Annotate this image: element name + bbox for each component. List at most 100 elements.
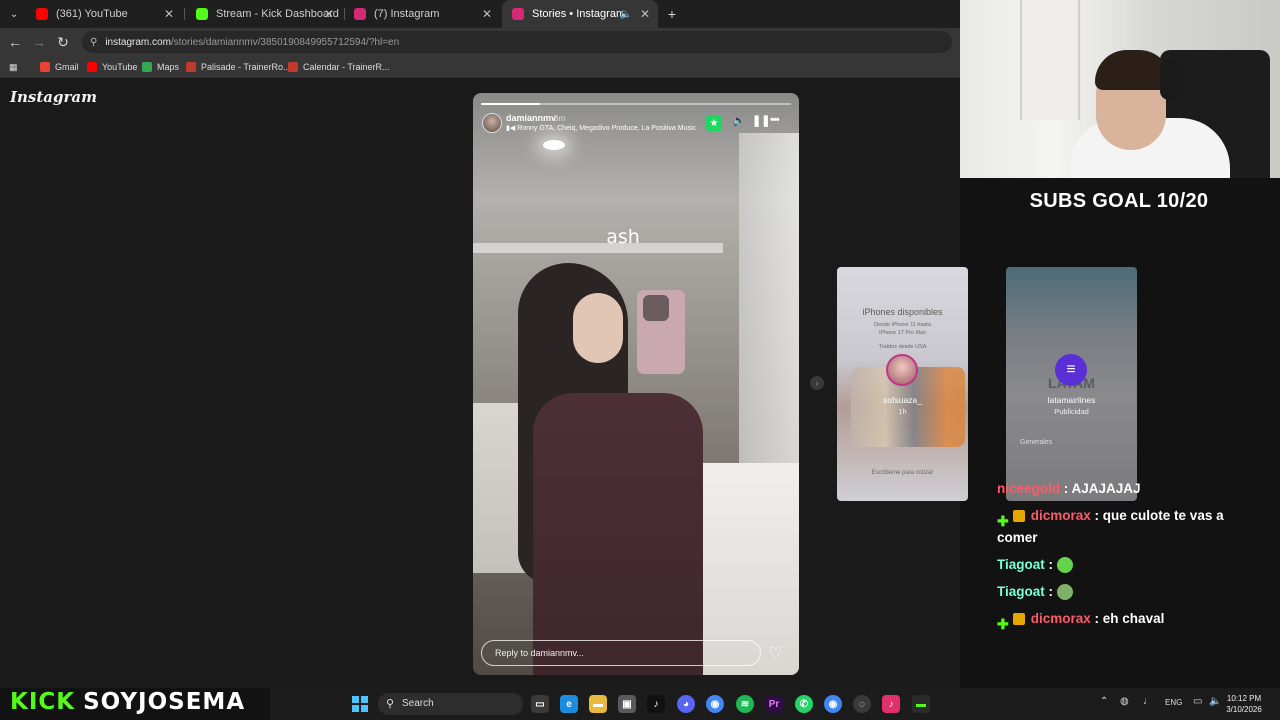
youtube-icon [36, 8, 48, 20]
tab-instagram[interactable]: (7) Instagram ✕ [344, 0, 500, 28]
taskbar-search[interactable]: ⚲ Search [378, 693, 523, 715]
tray-app-icon[interactable]: ◍ [1120, 696, 1129, 707]
preview-footer: Escríbeme para cotizar [871, 470, 934, 476]
new-tab-button[interactable]: + [662, 4, 682, 24]
tiktok-live-icon[interactable]: ♪ [882, 695, 900, 713]
instagram-icon [354, 8, 366, 20]
instagram-icon [512, 8, 524, 20]
bookmark-maps[interactable]: Maps [142, 60, 179, 74]
chat-text: AJAJAJAJ [1071, 481, 1141, 496]
stream-branding: KICK SOYJOSEMA [10, 689, 245, 715]
close-icon[interactable]: ✕ [164, 7, 174, 21]
network-icon[interactable]: ▭ [1193, 696, 1202, 707]
obs-icon[interactable]: ◌ [853, 695, 871, 713]
sponsored-label: Publicidad [1054, 407, 1089, 416]
youtube-icon [87, 62, 97, 72]
kick-logo: KICK [10, 689, 76, 715]
close-icon[interactable]: ✕ [324, 7, 334, 21]
preview-title: iPhones disponibles [862, 307, 943, 317]
maps-icon [142, 62, 152, 72]
chat-message: niceegold : AJAJAJAJ [997, 481, 1141, 496]
taskbar-clock[interactable]: 10:12 PM 3/10/2026 [1223, 693, 1265, 715]
premiere-icon[interactable]: Pr [765, 695, 783, 713]
music-label: Ronny GTA, Cheiq, Megadivo Produce, La P… [517, 125, 701, 132]
search-icon: ⚲ [386, 698, 395, 710]
apps-grid-icon[interactable]: ▦ [9, 60, 18, 74]
file-explorer-icon[interactable]: ▬ [589, 695, 607, 713]
more-options-icon[interactable]: ••• [770, 114, 780, 126]
latam-logo-icon: ≡ [1055, 354, 1087, 386]
story-preview-sofsuaza[interactable]: iPhones disponibles Desde iPhone 11 hast… [837, 267, 968, 501]
edge-icon[interactable]: e [560, 695, 578, 713]
close-icon[interactable]: ✕ [640, 7, 650, 21]
preview-username: sofsuaza_ [883, 395, 922, 405]
address-bar[interactable]: ⚲ instagram.com/stories/damiannmv/385019… [82, 31, 952, 53]
tab-stories-instagram[interactable]: Stories • Instagram 🔈 ✕ [502, 0, 658, 28]
store-icon[interactable]: ▣ [618, 695, 636, 713]
bookmark-gmail[interactable]: Gmail [40, 60, 79, 74]
chat-username: niceegold [997, 481, 1061, 496]
back-icon[interactable]: ← [5, 32, 25, 52]
spotify-icon[interactable]: ≋ [736, 695, 754, 713]
tray-chevron-icon[interactable]: ⌃ [1100, 696, 1108, 707]
bookmarks-bar: ▦ Gmail YouTube Maps Palisade - TrainerR… [0, 56, 960, 78]
chat-username: dicmorax [1030, 508, 1091, 523]
bookmark-youtube[interactable]: YouTube [87, 60, 137, 74]
url-host: instagram.com [105, 36, 171, 48]
bookmark-label: Maps [157, 62, 180, 72]
instagram-logo[interactable]: Instagram [10, 88, 97, 106]
story-username[interactable]: damiannmv [506, 113, 556, 123]
tab-youtube[interactable]: (361) YouTube ✕ [26, 0, 182, 28]
bookmark-calendar[interactable]: Calendar - TrainerR... [288, 60, 390, 74]
preview-text: Traídos desde USA [878, 344, 927, 350]
gmail-icon [40, 62, 50, 72]
language-indicator[interactable]: ENG [1165, 698, 1182, 707]
terminal-icon[interactable]: ▬ [912, 695, 930, 713]
story-reply-input[interactable]: Reply to damiannmv... [481, 640, 761, 666]
forward-icon[interactable]: → [29, 32, 49, 52]
chrome-icon[interactable]: ◉ [824, 695, 842, 713]
preview-text: iPhone 17 Pro Max [879, 330, 926, 336]
tab-search-icon[interactable]: ⌄ [4, 4, 24, 24]
chat-message: ✚ dicmorax : que culote te vas a comer [997, 508, 1224, 545]
speaker-icon[interactable]: 🔈 [620, 9, 632, 20]
microphone-icon[interactable]: ♩ [1143, 696, 1153, 707]
chrome-icon[interactable]: ◉ [706, 695, 724, 713]
story-progress-fill [481, 103, 540, 105]
close-friends-star-icon: ★ [706, 115, 722, 131]
story-viewer[interactable]: damiannmv 3m ▮◀ Ronny GTA, Cheiq, Megadi… [473, 93, 799, 675]
url-path: /stories/damiannmv/3850190849955712594/?… [170, 36, 400, 48]
story-preview-latamairlines[interactable]: LATAM ≡ latamairlines Publicidad General… [1006, 267, 1137, 501]
tab-title: (361) YouTube [56, 8, 128, 20]
story-text-caption: ash [606, 226, 640, 248]
speaker-icon[interactable]: 🔈 [732, 114, 746, 127]
browser-tab-bar: ⌄ (361) YouTube ✕ Stream - Kick Dashboar… [0, 0, 960, 28]
tab-title: Stories • Instagram [532, 8, 626, 20]
close-icon[interactable]: ✕ [482, 7, 492, 21]
reload-icon[interactable]: ↻ [53, 32, 73, 52]
pause-icon[interactable]: ❚❚ [752, 114, 770, 127]
bookmark-label: YouTube [102, 62, 138, 72]
volume-icon[interactable]: 🔈 [1209, 696, 1221, 707]
tab-kick-dashboard[interactable]: Stream - Kick Dashboard ✕ [186, 0, 342, 28]
tiktok-icon[interactable]: ♪ [647, 695, 665, 713]
chat-username: Tiagoat [997, 584, 1045, 599]
tab-title: Stream - Kick Dashboard [216, 8, 339, 20]
story-progress-bar [481, 103, 791, 105]
clock-date: 3/10/2026 [1226, 705, 1262, 714]
site-info-icon[interactable]: ⚲ [90, 37, 97, 48]
plus-badge-icon: ✚ [997, 616, 1009, 633]
heart-icon[interactable]: ♡ [769, 644, 782, 662]
chat-text: eh chaval [1102, 611, 1165, 626]
stream-chat-overlay: niceegold : AJAJAJAJ ✚ dicmorax : que cu… [997, 478, 1267, 635]
next-story-chevron-icon[interactable]: › [810, 376, 824, 390]
task-view-icon[interactable]: ▭ [531, 695, 549, 713]
bookmark-palisade[interactable]: Palisade - TrainerRo... [186, 60, 291, 74]
discord-icon[interactable]: ◕ [677, 695, 695, 713]
windows-start-icon[interactable] [352, 696, 368, 712]
whatsapp-icon[interactable]: ✆ [795, 695, 813, 713]
avatar[interactable] [482, 113, 502, 133]
story-music-attribution[interactable]: ▮◀ Ronny GTA, Cheiq, Megadivo Produce, L… [506, 124, 702, 132]
preview-text: Desde iPhone 11 hasta [874, 322, 931, 328]
subs-goal-overlay: SUBS GOAL 10/20 [1029, 190, 1209, 212]
